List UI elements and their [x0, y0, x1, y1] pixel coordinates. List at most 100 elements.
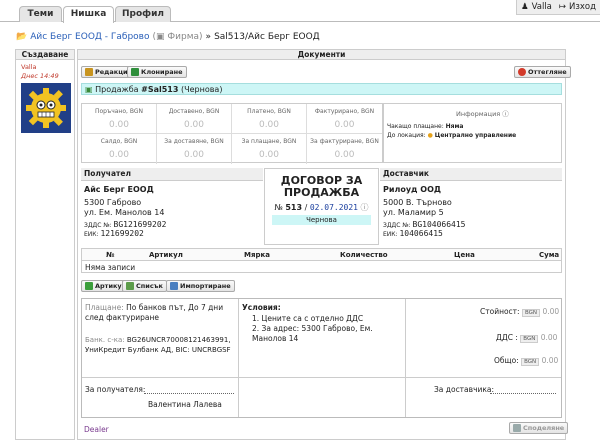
document-number: № 513 / 02.07.2021 ⓘ: [274, 203, 369, 212]
location-pin-icon: ●: [427, 132, 433, 139]
vat-row: ДДС : BGN 0.00: [496, 333, 558, 343]
draft-badge: Чернова: [272, 215, 371, 225]
stop-icon: [518, 68, 526, 76]
list-icon: [126, 282, 134, 290]
status-state: (Чернова): [180, 85, 223, 94]
amount-cell: Доставено, BGN 0.00: [157, 104, 232, 134]
folder-icon: 📂: [16, 32, 28, 42]
supplier-address-2: ул. Маламир 5: [383, 208, 444, 217]
creation-header: Създаване: [16, 50, 74, 60]
recipient-signature-label: За получателя:: [85, 385, 146, 394]
supplier-header: Доставчик: [380, 168, 562, 181]
recipient-vat: ЗДДС №: BG121699202: [84, 220, 167, 229]
amount-cell: Салдо, BGN 0.00: [82, 134, 157, 164]
breadcrumb-company-link[interactable]: Айс Берг ЕООД - Габрово: [30, 32, 149, 42]
amount-value: 0.00: [108, 120, 130, 130]
col-number: №: [106, 251, 115, 259]
col-unit: Мярка: [244, 251, 270, 259]
amount-label: Салдо, BGN: [100, 138, 138, 145]
tab-topics[interactable]: Теми: [19, 6, 62, 22]
clone-button[interactable]: Клониране: [127, 66, 187, 78]
list-button[interactable]: Списък: [122, 280, 167, 292]
import-icon: [170, 282, 178, 290]
amount-cell: Фактурирано, BGN 0.00: [307, 104, 382, 134]
recipient-signer-name: Валентина Лалева: [148, 400, 222, 409]
recipient-block: Получател Айс Берг ЕООД 5300 Габрово ул.…: [81, 168, 263, 245]
amount-value: 0.00: [334, 120, 355, 130]
share-icon: [513, 424, 521, 432]
supplier-signature-label: За доставчика:: [434, 385, 495, 394]
location: До локация: ● Централно управление: [387, 132, 517, 139]
col-quantity: Количество: [340, 251, 388, 259]
logout-icon: ↦: [558, 2, 566, 12]
pending-payment: Чакащо плащане: Няма: [387, 123, 464, 130]
document-title-box: ДОГОВОР ЗА ПРОДАЖБА № 513 / 02.07.2021 ⓘ …: [264, 168, 379, 245]
items-table: № Артикул Мярка Количество Цена Сума Ням…: [81, 248, 562, 273]
amount-cell: За фактуриране, BGN 0.00: [307, 134, 382, 164]
supplier-vat: ЗДДС №: BG104066415: [383, 220, 466, 229]
amount-cell: Поръчано, BGN 0.00: [82, 104, 157, 134]
amount-cell: За плащане, BGN 0.00: [232, 134, 307, 164]
documents-header: Документи: [78, 50, 565, 60]
clone-label: Клониране: [141, 68, 183, 76]
user-name[interactable]: Valla: [532, 2, 552, 12]
sale-icon: ▣: [85, 85, 93, 94]
amount-value: 0.00: [108, 150, 130, 160]
reject-label: Оттегляне: [528, 68, 567, 76]
firm-icon: ▣: [156, 32, 165, 42]
logout-link[interactable]: Изход: [569, 2, 596, 12]
recipient-address-1: 5300 Габрово: [84, 198, 142, 207]
info-box: Информация ⓘ Чакащо плащане: Няма До лок…: [383, 103, 562, 163]
reject-button[interactable]: Оттегляне: [514, 66, 571, 78]
conditions-title: Условия:: [242, 303, 281, 312]
supplier-block: Доставчик Рилоуд ООД 5000 В. Търново ул.…: [380, 168, 562, 245]
clone-icon: [131, 68, 139, 76]
total-row: Общо: BGN 0.00: [494, 356, 559, 366]
breadcrumb-separator: »: [205, 32, 212, 42]
dealer-label[interactable]: Dealer: [84, 425, 109, 434]
terms-block: Плащане: По банков път, До 7 дни след фа…: [81, 298, 562, 418]
info-icon: ⓘ: [360, 203, 369, 212]
tab-profile[interactable]: Профил: [115, 6, 171, 22]
recipient-name[interactable]: Айс Берг ЕООД: [81, 181, 263, 194]
amount-label: За фактуриране, BGN: [310, 138, 379, 145]
supplier-eik: ЕИК: 104066415: [383, 229, 443, 238]
top-tab-bar: Теми Нишка Профил: [0, 0, 600, 23]
recipient-header: Получател: [81, 168, 263, 181]
document-title: ДОГОВОР ЗА ПРОДАЖБА: [280, 174, 363, 199]
cost-row: Стойност: BGN 0.00: [480, 307, 560, 317]
supplier-address-1: 5000 В. Търново: [383, 198, 452, 207]
info-icon: ⓘ: [502, 110, 509, 118]
author-name[interactable]: Valla: [16, 60, 74, 71]
share-label: Споделяне: [523, 424, 565, 432]
col-sum: Сума: [539, 251, 560, 259]
amount-value: 0.00: [183, 120, 205, 130]
breadcrumb-firm[interactable]: Фирма: [167, 32, 199, 42]
recipient-address-2: ул. Ем. Манолов 14: [84, 208, 165, 217]
share-button[interactable]: Споделяне: [509, 422, 569, 434]
condition-item: 1. Цените са с отделно ДДС: [252, 314, 364, 323]
condition-item: 2. За адрес: 5300 Габрово, Ем. Манолов 1…: [252, 324, 373, 343]
amount-value: 0.00: [258, 150, 280, 160]
creation-column: Създаване Valla Днес 14:49: [15, 49, 75, 440]
user-box: ♟ Valla ↦ Изход: [515, 0, 600, 15]
info-title: Информация ⓘ: [456, 110, 509, 118]
amount-label: За доставяне, BGN: [164, 138, 224, 145]
import-label: Импортиране: [180, 282, 231, 290]
amount-label: Фактурирано, BGN: [314, 108, 375, 115]
location-link[interactable]: Централно управление: [435, 132, 516, 139]
user-icon: ♟: [520, 2, 529, 12]
import-button[interactable]: Импортиране: [166, 280, 235, 292]
bank-account: Банк. с-ка: BG26UNCR70008121463991, УниК…: [85, 336, 231, 354]
supplier-name[interactable]: Рилоуд ООД: [380, 181, 562, 194]
empty-table-message: Няма записи: [85, 263, 136, 272]
status-bar: ▣ Продажба #Sal513 (Чернова): [81, 83, 562, 95]
status-id-link[interactable]: #Sal513: [141, 85, 178, 94]
tab-thread[interactable]: Нишка: [63, 6, 114, 23]
amounts-grid: Поръчано, BGN 0.00 Доставено, BGN 0.00 Пла…: [81, 103, 383, 164]
add-icon: [85, 282, 93, 290]
payment-terms: Плащане: По банков път, До 7 дни след фа…: [85, 303, 224, 322]
amount-label: За плащане, BGN: [241, 138, 297, 145]
amount-label: Платено, BGN: [247, 108, 291, 115]
recipient-eik: ЕИК: 121699202: [84, 229, 144, 238]
